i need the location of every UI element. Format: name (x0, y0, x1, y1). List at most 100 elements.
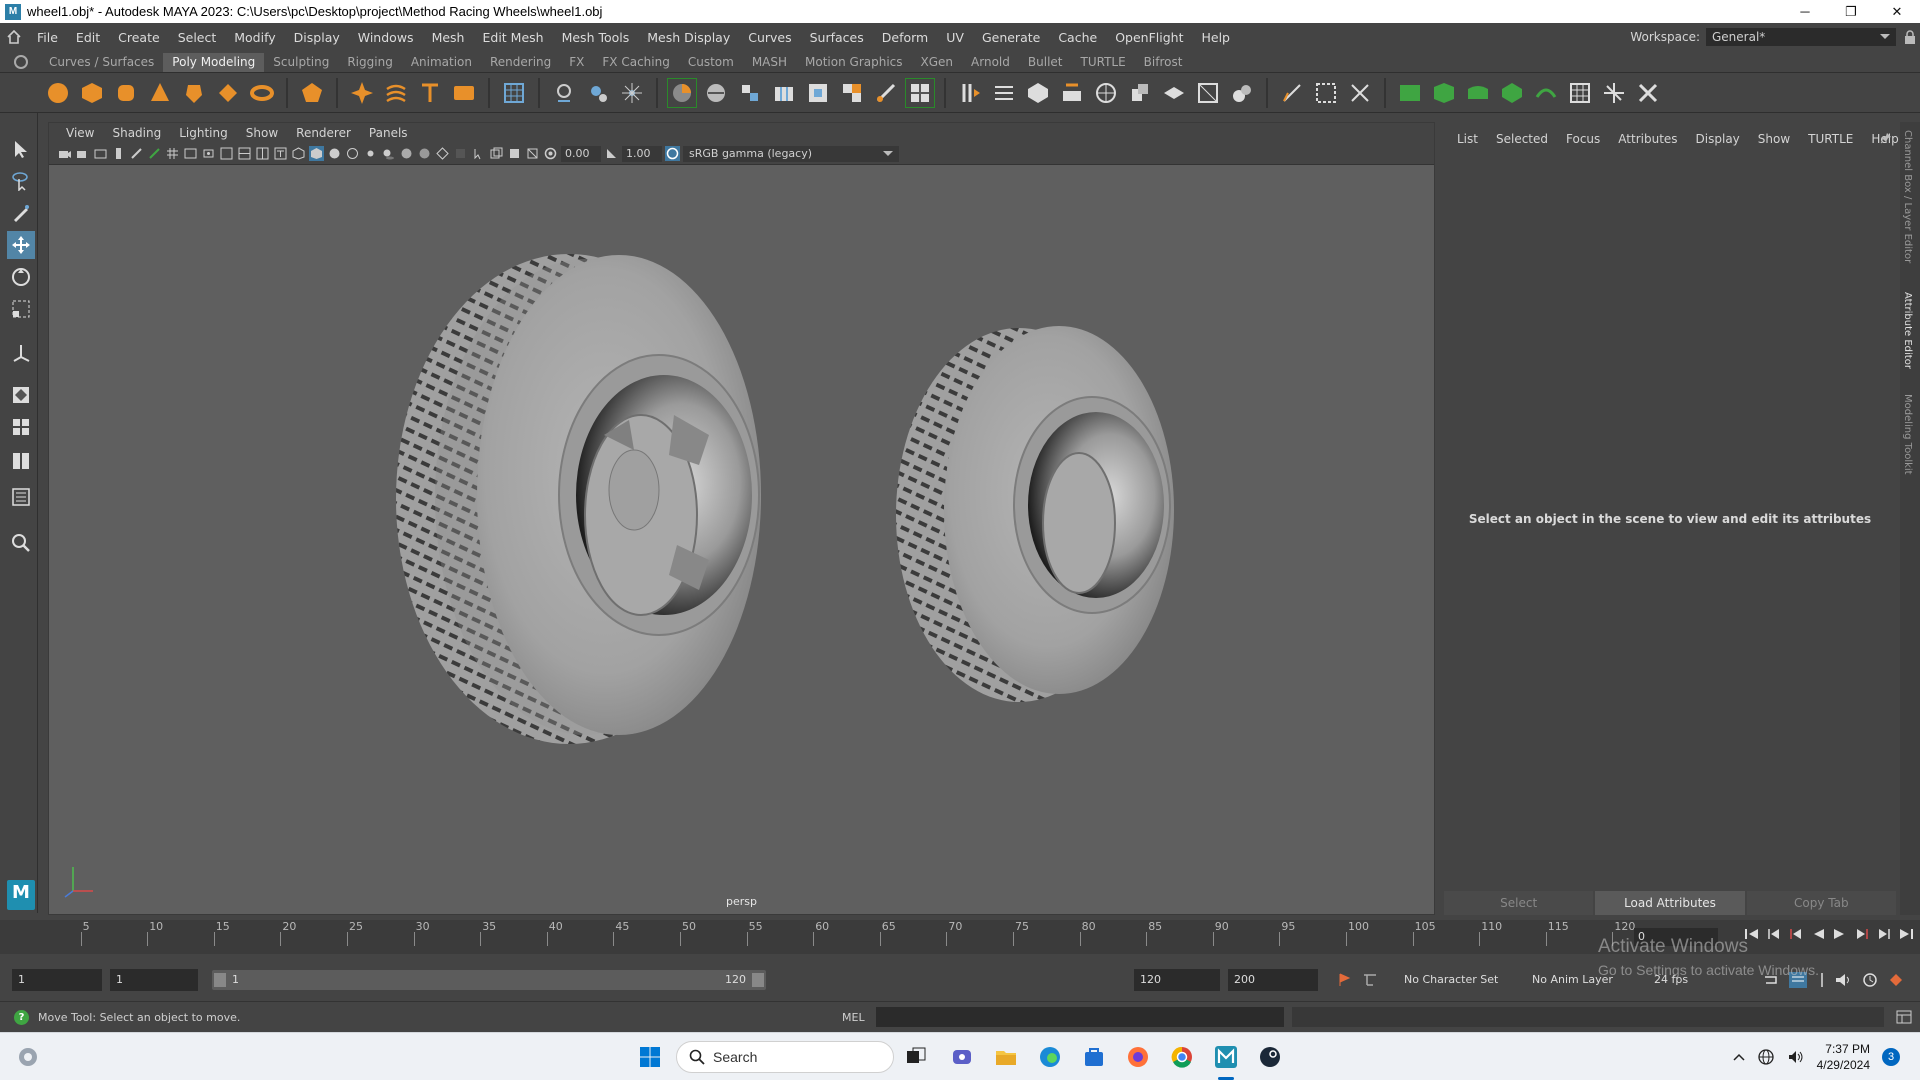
playback-start-field[interactable]: 1 (110, 969, 198, 991)
poly-disc-icon[interactable] (248, 79, 276, 107)
lasso-tool-icon[interactable] (7, 167, 35, 195)
extrude-icon[interactable] (667, 77, 697, 108)
minimize-button[interactable]: ─ (1782, 0, 1828, 23)
microsoft-store-icon[interactable] (1080, 1043, 1108, 1071)
cut-uv-icon[interactable] (1346, 79, 1374, 107)
show-icon[interactable] (1464, 79, 1492, 107)
tab-poly-modeling[interactable]: Poly Modeling (163, 53, 265, 72)
scene-canvas[interactable] (49, 165, 1434, 914)
script-language-toggle[interactable]: MEL (842, 1011, 865, 1024)
notification-badge[interactable]: 3 (1882, 1048, 1900, 1066)
viewport-menu-renderer[interactable]: Renderer (287, 126, 360, 140)
windows-start-icon[interactable] (636, 1043, 664, 1071)
safe-title-icon[interactable] (273, 146, 288, 161)
tab-attribute-editor[interactable]: Attribute Editor (1902, 292, 1913, 369)
shelf-settings-icon[interactable] (14, 55, 28, 69)
xray-joints-icon[interactable] (507, 146, 522, 161)
menu-edit[interactable]: Edit (67, 30, 109, 45)
field-chart-icon[interactable] (237, 146, 252, 161)
script-editor-icon[interactable] (1896, 1010, 1912, 1024)
animation-end-field[interactable]: 200 (1228, 969, 1318, 991)
ae-menu-display[interactable]: Display (1687, 132, 1749, 146)
menu-help[interactable]: Help (1192, 30, 1239, 45)
tab-bullet[interactable]: Bullet (1019, 53, 1072, 72)
tab-channel-box[interactable]: Channel Box / Layer Editor (1902, 130, 1913, 263)
retopologize-icon[interactable] (1228, 79, 1256, 107)
task-view-icon[interactable] (902, 1043, 930, 1071)
poly-cylinder-icon[interactable] (112, 79, 140, 107)
four-view-layout-icon[interactable] (7, 413, 35, 441)
use-all-lights-icon[interactable] (363, 146, 378, 161)
super-shape-icon[interactable] (348, 79, 376, 107)
viewport-menu-lighting[interactable]: Lighting (170, 126, 237, 140)
ae-menu-focus[interactable]: Focus (1557, 132, 1609, 146)
file-explorer-icon[interactable] (992, 1043, 1020, 1071)
maya-taskbar-icon[interactable] (1212, 1043, 1240, 1071)
preferences-icon[interactable] (1862, 972, 1878, 988)
grid-icon[interactable] (165, 146, 180, 161)
chrome-icon[interactable] (1168, 1043, 1196, 1071)
smooth-shade-icon[interactable] (309, 146, 324, 161)
circularize-icon[interactable] (1092, 79, 1120, 107)
tab-fx-caching[interactable]: FX Caching (593, 53, 678, 72)
display-layer-icon[interactable] (1396, 79, 1424, 107)
default-material-icon[interactable] (327, 146, 342, 161)
menu-cache[interactable]: Cache (1049, 30, 1106, 45)
widgets-icon[interactable] (14, 1043, 42, 1071)
menu-file[interactable]: File (28, 30, 67, 45)
tab-fx[interactable]: FX (560, 53, 593, 72)
tab-mash[interactable]: MASH (743, 53, 796, 72)
snap-together-icon[interactable] (1634, 79, 1662, 107)
grease-pencil-icon[interactable] (147, 146, 162, 161)
manipulator-tool-icon[interactable] (7, 339, 35, 367)
delete-history-icon[interactable] (1532, 79, 1560, 107)
steam-icon[interactable] (1256, 1043, 1284, 1071)
fill-hole-icon[interactable] (804, 79, 832, 107)
chevron-up-icon[interactable] (1733, 1052, 1745, 1062)
isolate-icon[interactable] (1498, 79, 1526, 107)
tire-model-1[interactable] (396, 254, 761, 744)
system-clock[interactable]: 7:37 PM 4/29/2024 (1817, 1041, 1870, 1073)
film-gate-icon[interactable] (183, 146, 198, 161)
hide-icon[interactable] (1430, 79, 1458, 107)
anti-aliasing-icon[interactable] (435, 146, 450, 161)
freeze-transform-icon[interactable] (1566, 79, 1594, 107)
teams-chat-icon[interactable] (948, 1043, 976, 1071)
tab-rigging[interactable]: Rigging (338, 53, 401, 72)
separate-icon[interactable] (550, 79, 578, 107)
globe-icon[interactable] (1757, 1048, 1775, 1066)
two-view-layout-icon[interactable] (7, 447, 35, 475)
poly-plane-icon[interactable] (214, 79, 242, 107)
tab-animation[interactable]: Animation (402, 53, 481, 72)
tab-rendering[interactable]: Rendering (481, 53, 560, 72)
move-tool-icon[interactable] (7, 231, 35, 259)
color-management-icon[interactable] (665, 146, 680, 161)
menu-curves[interactable]: Curves (739, 30, 800, 45)
ae-menu-attributes[interactable]: Attributes (1609, 132, 1686, 146)
gamma-icon[interactable] (604, 146, 619, 161)
workspace-dropdown[interactable]: General* (1706, 28, 1896, 46)
perspective-viewport[interactable]: View Shading Lighting Show Renderer Pane… (48, 122, 1435, 915)
menu-mesh-display[interactable]: Mesh Display (638, 30, 739, 45)
poly-cone-icon[interactable] (146, 79, 174, 107)
tab-sculpting[interactable]: Sculpting (264, 53, 338, 72)
select-button[interactable]: Select (1444, 891, 1594, 915)
screen-space-ao-icon[interactable] (399, 146, 414, 161)
pin-icon[interactable] (1880, 132, 1892, 144)
motion-blur-icon[interactable] (417, 146, 432, 161)
ae-menu-list[interactable]: List (1448, 132, 1487, 146)
menu-uv[interactable]: UV (937, 30, 973, 45)
image-plane-icon[interactable] (111, 146, 126, 161)
menu-surfaces[interactable]: Surfaces (801, 30, 873, 45)
tab-bifrost[interactable]: Bifrost (1135, 53, 1192, 72)
target-weld-icon[interactable] (905, 77, 935, 108)
lock-icon[interactable] (1904, 30, 1916, 44)
ae-menu-show[interactable]: Show (1749, 132, 1799, 146)
load-attributes-button[interactable]: Load Attributes (1595, 891, 1745, 915)
viewport-menu-panels[interactable]: Panels (360, 126, 417, 140)
ae-menu-turtle[interactable]: TURTLE (1799, 132, 1862, 146)
poly-cube-icon[interactable] (78, 79, 106, 107)
playback-end-field[interactable]: 120 (1134, 969, 1220, 991)
menu-windows[interactable]: Windows (349, 30, 423, 45)
gate-mask-icon[interactable] (219, 146, 234, 161)
